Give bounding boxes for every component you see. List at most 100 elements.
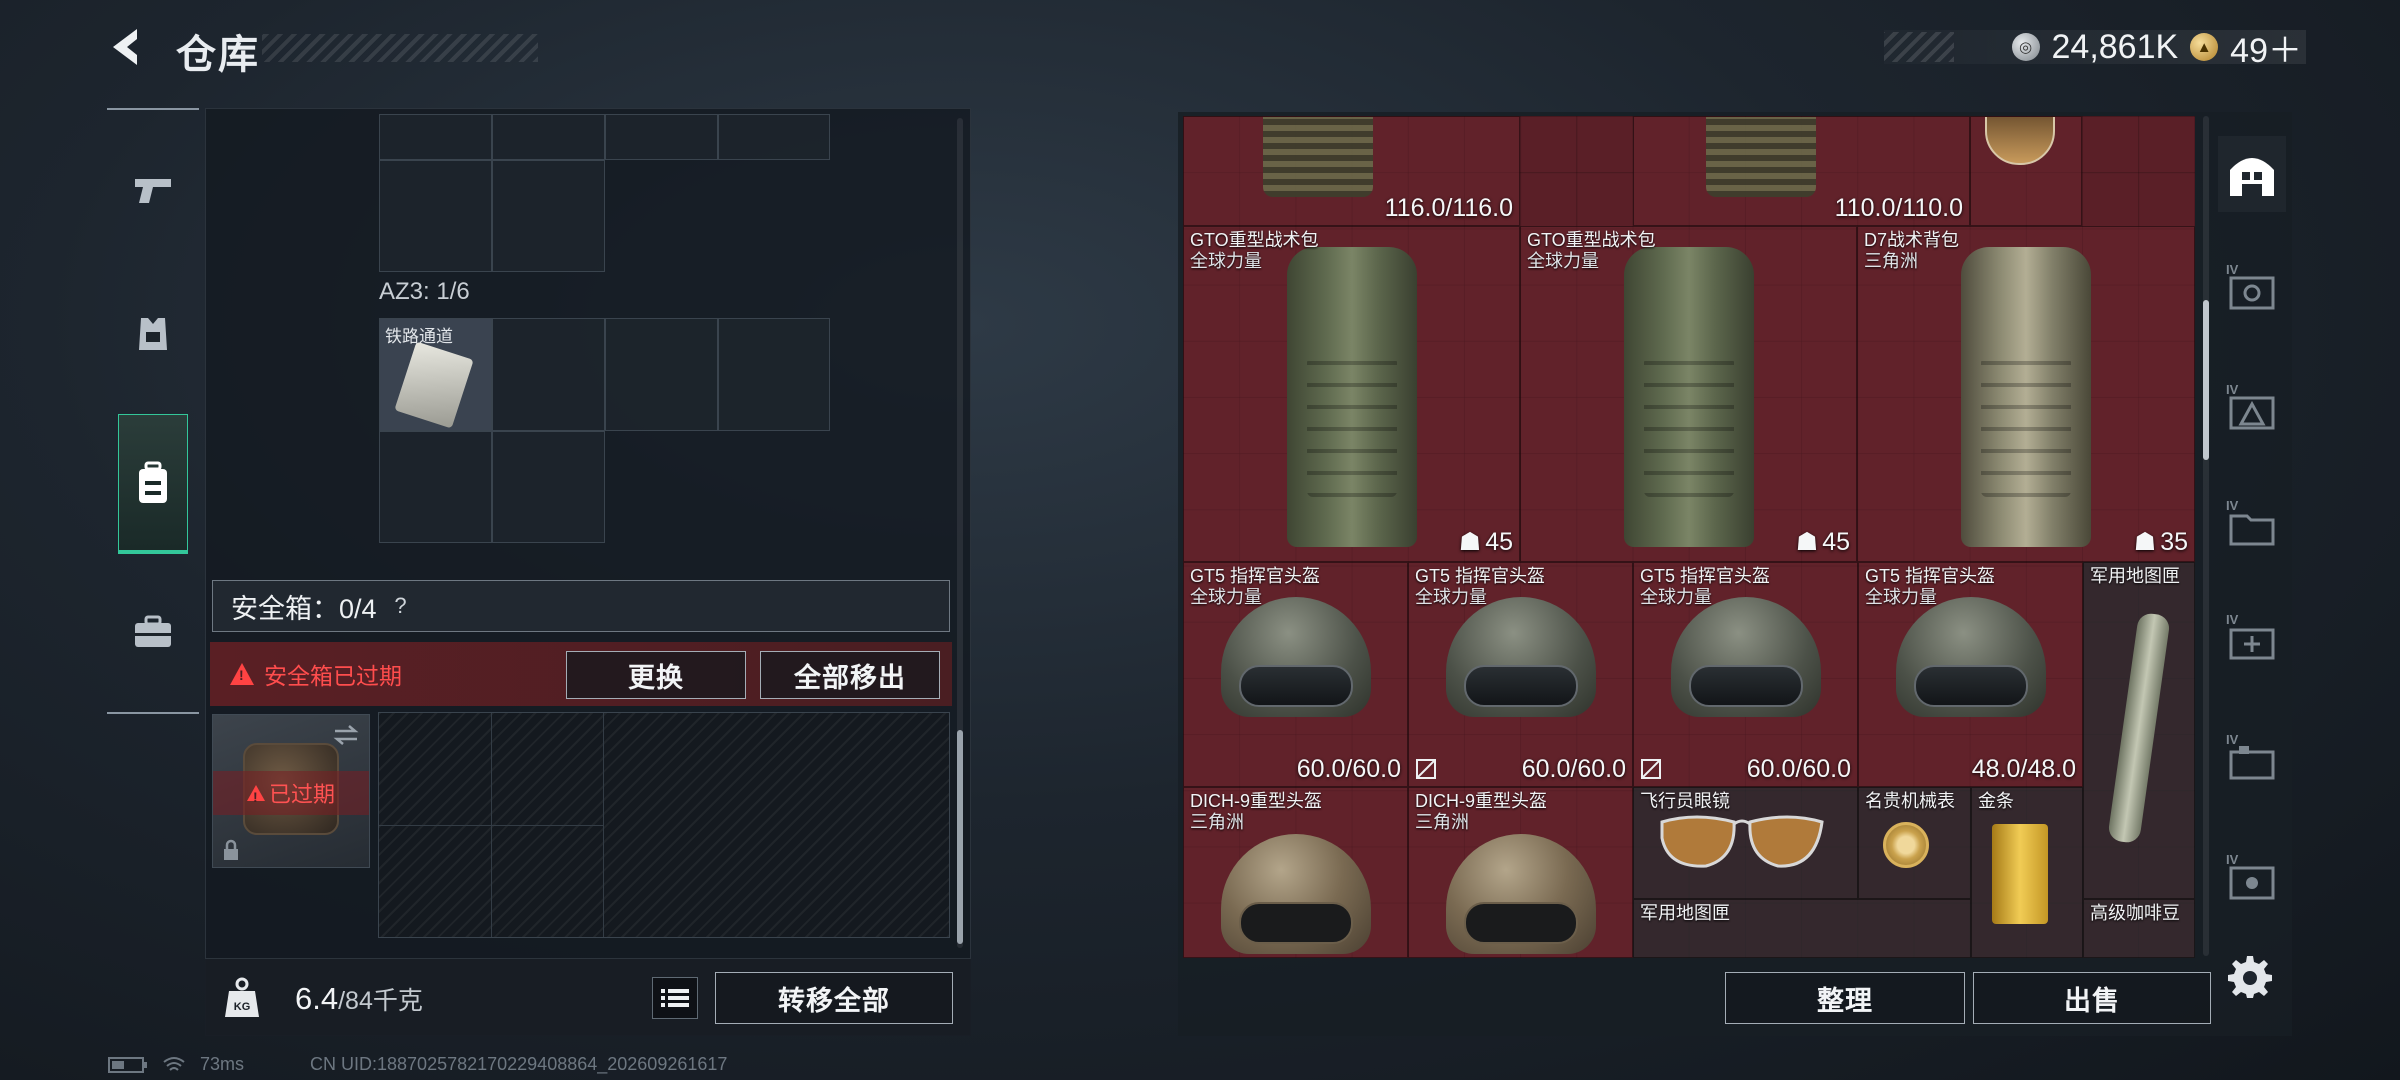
- grid-cell[interactable]: [492, 114, 605, 160]
- replace-button[interactable]: 更换: [566, 651, 746, 699]
- tab-stash-4[interactable]: IV: [2218, 604, 2286, 680]
- grid-cell[interactable]: [718, 114, 830, 160]
- stash-item-helmet[interactable]: GT5 指挥官头盔 全球力量 48.0/48.0: [1858, 562, 2083, 787]
- no-trade-icon: [1641, 759, 1661, 779]
- lock-icon: [224, 839, 238, 860]
- warning-icon: [230, 663, 254, 685]
- stash-item-map-case[interactable]: 军用地图匣: [2083, 562, 2195, 899]
- list-view-button[interactable]: [652, 977, 698, 1019]
- back-arrow-icon: [113, 29, 137, 65]
- grid-divider: [379, 825, 603, 826]
- grid-cell[interactable]: [492, 431, 605, 543]
- tab-stash-2[interactable]: IV: [2218, 374, 2286, 450]
- grid-cell[interactable]: [605, 318, 718, 431]
- carry-weight-max: /84千克: [338, 987, 423, 1015]
- stored-item[interactable]: 铁路通道: [379, 318, 492, 431]
- status-bar: 73ms CN UID:1887025782170229408864_20260…: [108, 1054, 727, 1075]
- tab-stash-6[interactable]: IV: [2218, 844, 2286, 920]
- capacity-icon: ☗: [2133, 528, 2157, 556]
- safebox-label: 安全箱：0/4: [231, 593, 377, 624]
- stash-tab-icon: [2229, 396, 2275, 430]
- tab-all-stash[interactable]: [2218, 136, 2286, 212]
- ammo-box-icon: [2229, 746, 2275, 780]
- sort-button[interactable]: 整理: [1725, 972, 1965, 1024]
- ping-text: 73ms: [200, 1054, 245, 1074]
- item-name: D7战术背包: [1864, 230, 1960, 250]
- settings-button[interactable]: [2222, 948, 2278, 1004]
- stash-item-watch[interactable]: 名贵机械表: [1858, 787, 1971, 899]
- stash-item-sunglasses[interactable]: [1970, 116, 2082, 226]
- left-scrollbar-thumb[interactable]: [957, 730, 963, 944]
- grid-cell[interactable]: [492, 160, 605, 272]
- item-faction: 全球力量: [1415, 587, 1487, 607]
- stash-scrollbar[interactable]: [2203, 116, 2209, 956]
- map-case-image: [2107, 611, 2171, 845]
- stash-item-helmet[interactable]: DICH-9重型头盔 三角洲: [1183, 787, 1408, 958]
- transfer-all-button[interactable]: 转移全部: [715, 972, 953, 1024]
- briefcase-icon: [135, 615, 171, 647]
- tab-stash-5[interactable]: IV: [2218, 724, 2286, 800]
- stash-item-gold-bar[interactable]: 金条: [1971, 787, 2083, 958]
- nav-armor[interactable]: [117, 294, 189, 374]
- silver-currency-value: 24,861K: [2051, 27, 2179, 66]
- stash-grid[interactable]: 116.0/116.0 110.0/110.0 GTO重型战术包 全球力量 ☗ 4…: [1183, 116, 2195, 958]
- stash-item-helmet[interactable]: DICH-9重型头盔 三角洲: [1408, 787, 1633, 958]
- item-faction: 全球力量: [1190, 587, 1262, 607]
- stash-item-backpack[interactable]: GTO重型战术包 全球力量 ☗ 45: [1520, 226, 1857, 562]
- stash-item-aviator-glasses[interactable]: 飞行员眼镜: [1633, 787, 1858, 899]
- item-name: GT5 指挥官头盔: [1640, 566, 1771, 586]
- back-button[interactable]: [102, 22, 152, 72]
- grid-cell[interactable]: [379, 431, 492, 543]
- safebox-slot[interactable]: 已过期: [212, 714, 370, 868]
- move-all-out-button[interactable]: 全部移出: [760, 651, 940, 699]
- category-nav: [107, 108, 199, 714]
- safebox-grid[interactable]: [378, 712, 950, 938]
- stash-item-vest[interactable]: 116.0/116.0: [1183, 116, 1520, 226]
- helmet-image: [1220, 597, 1371, 717]
- item-faction: 三角洲: [1864, 251, 1918, 271]
- stash-item-helmet[interactable]: GT5 指挥官头盔 全球力量 60.0/60.0: [1183, 562, 1408, 787]
- item-faction: 全球力量: [1190, 251, 1262, 271]
- item-faction: 全球力量: [1527, 251, 1599, 271]
- backpack-image: [1623, 247, 1754, 547]
- nav-weapons[interactable]: [117, 150, 189, 230]
- pistol-icon: [135, 179, 171, 203]
- grid-cell[interactable]: [492, 318, 605, 431]
- stash-scrollbar-thumb[interactable]: [2203, 300, 2209, 460]
- tab-stash-3[interactable]: IV: [2218, 490, 2286, 566]
- grid-cell[interactable]: [605, 114, 718, 160]
- keycard-image: [394, 341, 474, 429]
- stash-item-backpack[interactable]: GTO重型战术包 全球力量 ☗ 45: [1183, 226, 1520, 562]
- tab-level: IV: [2226, 612, 2239, 627]
- stash-item-helmet[interactable]: GT5 指挥官头盔 全球力量 60.0/60.0: [1633, 562, 1858, 787]
- helmet-image: [1895, 597, 2046, 717]
- expired-overlay: 已过期: [213, 771, 369, 815]
- tab-level: IV: [2226, 498, 2239, 513]
- nav-backpack[interactable]: [118, 414, 188, 554]
- safebox-expired-text: 安全箱已过期: [264, 663, 402, 689]
- tab-stash-1[interactable]: IV: [2218, 254, 2286, 330]
- sell-button[interactable]: 出售: [1973, 972, 2211, 1024]
- gold-currency-value[interactable]: 49＋: [2230, 23, 2302, 72]
- stash-item-vest[interactable]: 110.0/110.0: [1633, 116, 1970, 226]
- item-faction: 三角洲: [1190, 812, 1244, 832]
- nav-case[interactable]: [117, 592, 189, 672]
- tab-level: IV: [2226, 262, 2239, 277]
- grid-divider: [603, 713, 604, 937]
- stash-item-helmet[interactable]: GT5 指挥官头盔 全球力量 60.0/60.0: [1408, 562, 1633, 787]
- vest-image: [1706, 117, 1817, 197]
- swap-icon[interactable]: [331, 723, 361, 747]
- grid-cell[interactable]: [379, 160, 492, 272]
- help-icon[interactable]: ?: [387, 592, 415, 620]
- capacity-icon: ☗: [1458, 528, 1482, 556]
- stash-item-backpack[interactable]: D7战术背包 三角洲 ☗ 35: [1857, 226, 2195, 562]
- medkit-icon: [2229, 628, 2275, 660]
- currency-decoration: [1884, 32, 1954, 62]
- item-capacity: ☗ 35: [2133, 527, 2188, 557]
- safebox-header: 安全箱：0/4 ?: [212, 580, 950, 632]
- item-name: 飞行员眼镜: [1640, 791, 1730, 811]
- stash-item-coffee[interactable]: 高级咖啡豆: [2083, 899, 2195, 958]
- grid-cell[interactable]: [718, 318, 830, 431]
- stash-item-map-case[interactable]: 军用地图匣: [1633, 899, 1971, 958]
- grid-cell[interactable]: [379, 114, 492, 160]
